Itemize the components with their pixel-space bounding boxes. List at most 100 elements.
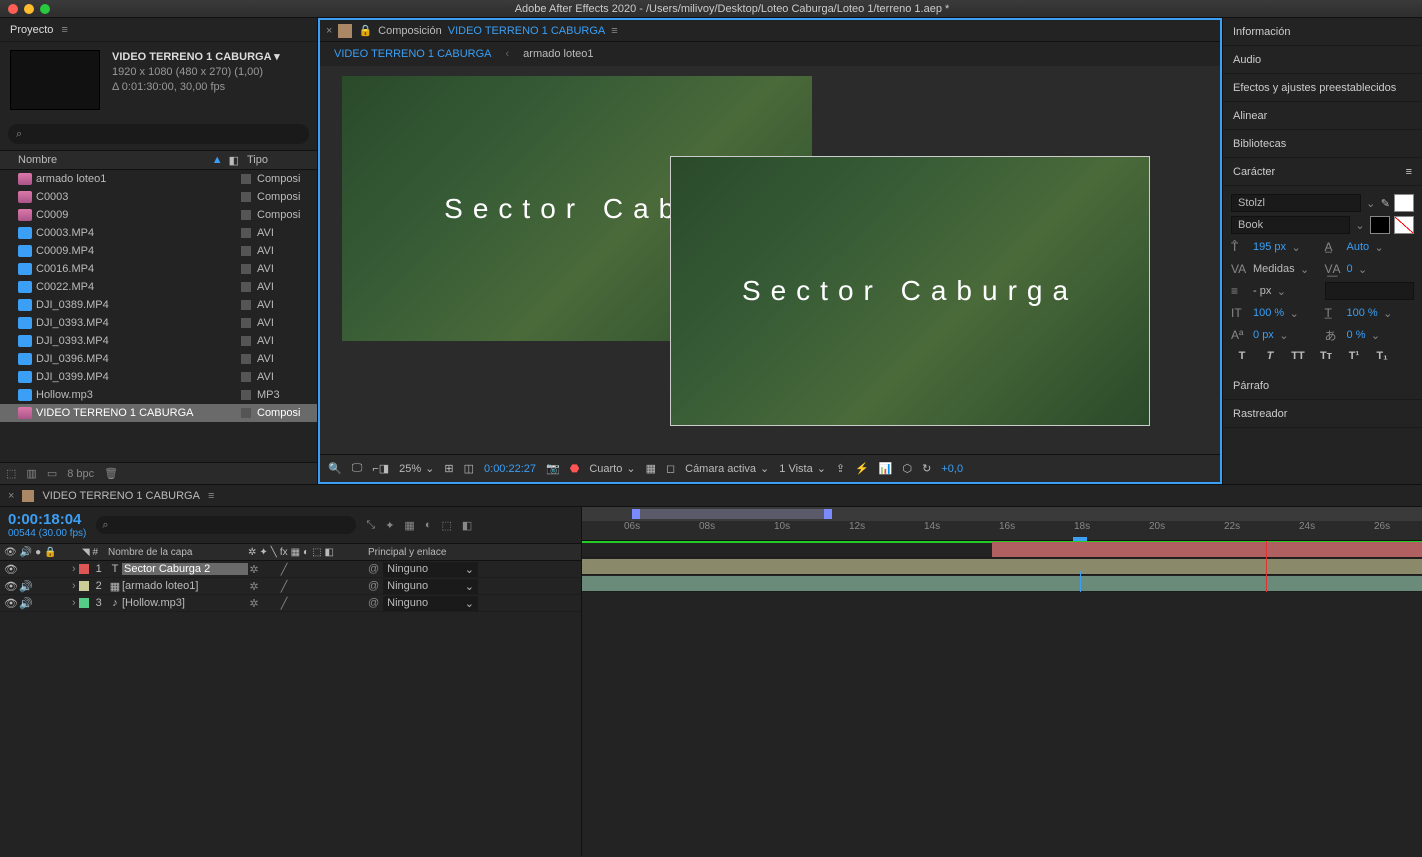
sw1-icon[interactable]: ✲: [248, 547, 256, 558]
transparency-icon[interactable]: ▦: [646, 462, 656, 475]
interpret-icon[interactable]: ⬚: [6, 467, 16, 480]
layer-color[interactable]: [79, 581, 89, 591]
baseline-value[interactable]: 0 px: [1253, 329, 1274, 341]
style-dropdown-icon[interactable]: ⌄: [1354, 219, 1366, 232]
monitor-icon[interactable]: 🖵: [352, 462, 363, 475]
label-color[interactable]: [241, 354, 251, 364]
label-color[interactable]: [241, 408, 251, 418]
region-icon[interactable]: ◻: [666, 462, 675, 475]
project-item[interactable]: C0016.MP4AVI: [0, 260, 317, 278]
layer-name[interactable]: [armado loteo1]: [122, 580, 248, 592]
faux-bold-button[interactable]: T: [1233, 350, 1251, 362]
project-item[interactable]: DJI_0393.MP4AVI: [0, 332, 317, 350]
close-tab-icon[interactable]: ×: [8, 490, 14, 502]
frame-blend-icon[interactable]: ▦: [404, 519, 414, 532]
quality-select[interactable]: Cuarto ⌄: [589, 462, 635, 475]
panel-effects[interactable]: Efectos y ajustes preestablecidos: [1223, 74, 1422, 102]
timeline-search[interactable]: ⌕: [96, 516, 356, 534]
switch-quality[interactable]: ╱: [278, 580, 290, 593]
stroke-color-swatch[interactable]: [1370, 216, 1390, 234]
trash-icon[interactable]: 🗑: [104, 467, 118, 480]
timeline-right[interactable]: 06s08s10s12s14s16s18s20s22s24s26s: [582, 507, 1422, 856]
project-item[interactable]: Hollow.mp3MP3: [0, 386, 317, 404]
layer-row[interactable]: 👁🔊›3♪[Hollow.mp3]✲╱@Ninguno⌄: [0, 595, 581, 612]
panel-menu-icon[interactable]: ≡: [61, 24, 67, 36]
stroke-style-select[interactable]: [1325, 282, 1415, 300]
label-color[interactable]: [241, 336, 251, 346]
project-item[interactable]: armado loteo1Composi: [0, 170, 317, 188]
switch-shy[interactable]: ✲: [248, 597, 260, 610]
sw4-icon[interactable]: fx: [280, 547, 288, 558]
comp-name[interactable]: VIDEO TERRENO 1 CABURGA ▾: [112, 50, 280, 65]
layer-color[interactable]: [79, 598, 89, 608]
shy-icon[interactable]: ✦: [385, 519, 394, 532]
project-item[interactable]: DJI_0396.MP4AVI: [0, 350, 317, 368]
label-color[interactable]: [241, 246, 251, 256]
label-color[interactable]: [241, 282, 251, 292]
project-item[interactable]: VIDEO TERRENO 1 CABURGAComposi: [0, 404, 317, 422]
project-panel-header[interactable]: Proyecto ≡: [0, 18, 317, 42]
layer-color[interactable]: [79, 564, 89, 574]
lock-icon[interactable]: 🔒: [358, 24, 372, 37]
sw7-icon[interactable]: ⬚: [312, 547, 321, 558]
comp-thumbnail[interactable]: [10, 50, 100, 110]
label-color[interactable]: [241, 300, 251, 310]
stroke-width-value[interactable]: - px: [1253, 285, 1271, 297]
panel-align[interactable]: Alinear: [1223, 102, 1422, 130]
expand-icon[interactable]: ›: [72, 580, 76, 592]
tsume-value[interactable]: 0 %: [1347, 329, 1366, 341]
no-stroke-swatch[interactable]: [1394, 216, 1414, 234]
label-col-icon[interactable]: ◥: [82, 547, 90, 558]
fill-color-swatch[interactable]: [1394, 194, 1414, 212]
audio-toggle[interactable]: 🔊: [19, 597, 31, 610]
viewer-canvas[interactable]: Sector Cabu Sector Caburga: [320, 66, 1220, 454]
vr-icon[interactable]: ⌐◨: [372, 462, 389, 475]
switch-shy[interactable]: ✲: [248, 580, 260, 593]
label-color[interactable]: [241, 372, 251, 382]
font-style-select[interactable]: Book: [1231, 216, 1350, 234]
col-type[interactable]: Tipo: [247, 154, 317, 166]
reset-exposure-icon[interactable]: ↻: [922, 462, 931, 475]
panel-libraries[interactable]: Bibliotecas: [1223, 130, 1422, 158]
col-layer-name[interactable]: Nombre de la capa: [108, 547, 248, 558]
audio-toggle[interactable]: 🔊: [19, 580, 31, 593]
draft3d-icon[interactable]: ◧: [462, 519, 472, 532]
work-area-start[interactable]: [632, 509, 640, 519]
solo-col-icon[interactable]: ●: [35, 547, 41, 558]
track-2[interactable]: [582, 558, 1422, 575]
superscript-button[interactable]: T¹: [1345, 350, 1363, 362]
font-family-select[interactable]: Stolzl: [1231, 194, 1361, 212]
font-dropdown-icon[interactable]: ⌄: [1365, 197, 1377, 210]
expand-icon[interactable]: ›: [72, 563, 76, 575]
work-area-end[interactable]: [824, 509, 832, 519]
track-1[interactable]: [582, 541, 1422, 558]
eye-toggle[interactable]: 👁: [4, 563, 16, 576]
parent-select[interactable]: Ninguno⌄: [383, 562, 478, 577]
panel-paragraph[interactable]: Párrafo: [1223, 372, 1422, 400]
tracks-area[interactable]: [582, 541, 1422, 592]
zoom-select[interactable]: 25% ⌄: [399, 462, 434, 475]
fast-icon[interactable]: ⚡: [855, 462, 869, 475]
maximize-window[interactable]: [40, 4, 50, 14]
parent-select[interactable]: Ninguno⌄: [383, 596, 478, 611]
motion-blur-icon[interactable]: ◐: [425, 519, 432, 532]
eye-toggle[interactable]: 👁: [4, 580, 16, 593]
switch-quality[interactable]: ╱: [278, 597, 290, 610]
hscale-value[interactable]: 100 %: [1347, 307, 1378, 319]
project-item[interactable]: C0009Composi: [0, 206, 317, 224]
switch-quality[interactable]: ╱: [278, 563, 290, 576]
label-color[interactable]: [241, 174, 251, 184]
panel-audio[interactable]: Audio: [1223, 46, 1422, 74]
panel-character[interactable]: Carácter≡: [1223, 158, 1422, 186]
col-name[interactable]: Nombre: [18, 154, 212, 166]
parent-select[interactable]: Ninguno⌄: [383, 579, 478, 594]
layer-name[interactable]: [Hollow.mp3]: [122, 597, 248, 609]
tracking-value[interactable]: 0: [1347, 263, 1353, 275]
tag-icon[interactable]: ◧: [229, 154, 239, 167]
graph-icon[interactable]: 📊: [879, 462, 893, 475]
layer-row[interactable]: 👁🔊›2▦[armado loteo1]✲╱@Ninguno⌄: [0, 578, 581, 595]
label-color[interactable]: [241, 318, 251, 328]
sw8-icon[interactable]: ◧: [325, 547, 334, 558]
eyedropper-icon[interactable]: ✎: [1381, 197, 1390, 210]
work-area-bar[interactable]: [582, 507, 1422, 521]
